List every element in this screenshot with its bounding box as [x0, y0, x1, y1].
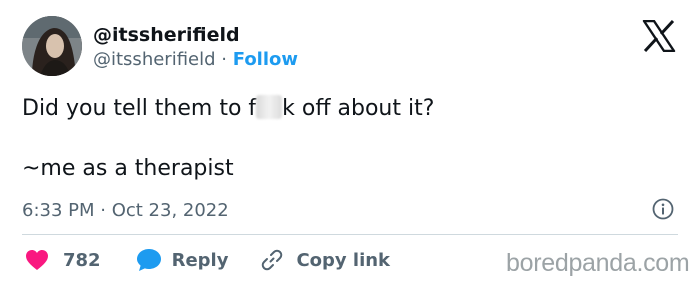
tweet-timestamp[interactable]: 6:33 PM · Oct 23, 2022 — [22, 200, 229, 221]
tweet-line-1-start: Did you tell them to f — [22, 96, 257, 121]
reply-label: Reply — [171, 249, 229, 271]
censor-blur — [256, 95, 283, 119]
author-handle-row: @itssherifield · Follow — [93, 49, 298, 70]
like-count: 782 — [63, 249, 101, 271]
tweet-line-1: Did you tell them to f k off about it? — [22, 94, 434, 124]
tweet-line-1-end: k off about it? — [282, 96, 435, 121]
avatar[interactable] — [22, 16, 82, 76]
author-handle[interactable]: @itssherifield — [93, 49, 216, 70]
action-bar: 782 Reply Copy link — [22, 246, 390, 274]
copy-link-label: Copy link — [296, 249, 391, 271]
heart-icon — [26, 250, 48, 270]
speech-bubble-icon — [136, 249, 161, 271]
watermark: boredpanda.com — [506, 249, 690, 277]
like-button[interactable]: 782 — [25, 249, 101, 271]
reply-button[interactable]: Reply — [136, 248, 229, 272]
author-display-name[interactable]: @itssherifield — [93, 24, 240, 46]
info-icon[interactable] — [652, 198, 674, 220]
handle-separator: · — [221, 49, 228, 70]
follow-button[interactable]: Follow — [233, 49, 298, 70]
divider — [22, 234, 678, 235]
x-logo-icon[interactable] — [642, 20, 676, 52]
tweet-text: Did you tell them to f k off about it? ~m… — [22, 94, 434, 181]
tweet-line-2: ~me as a therapist — [22, 156, 234, 181]
link-icon — [262, 249, 283, 271]
copy-link-button[interactable]: Copy link — [260, 248, 390, 272]
